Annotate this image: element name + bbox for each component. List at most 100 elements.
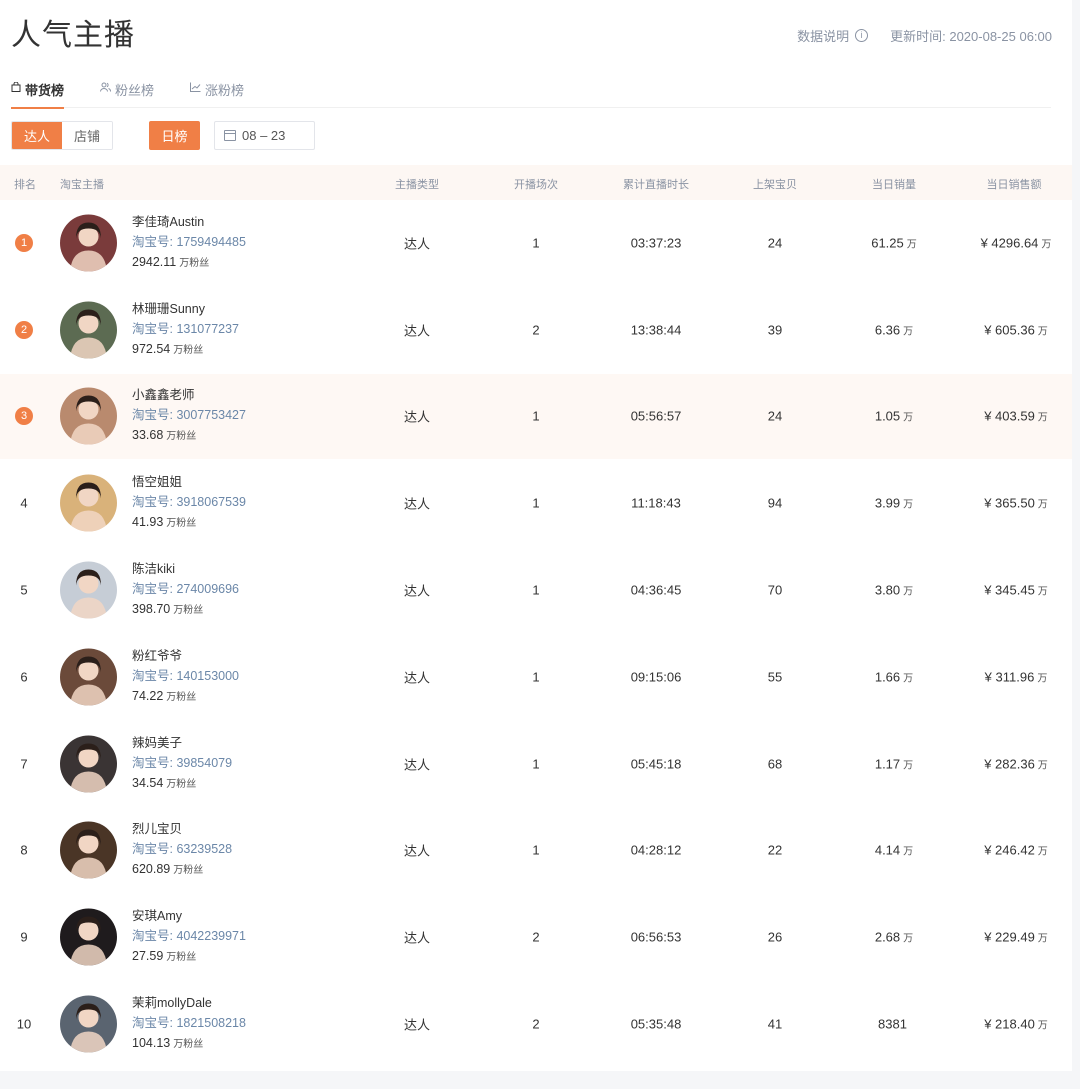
anchor-type: 达人: [403, 930, 431, 946]
type-option-influencer[interactable]: 达人: [12, 122, 62, 149]
live-duration: 06:56:53: [630, 929, 682, 945]
info-icon: i: [855, 29, 869, 42]
daily-sales: 3.99 万: [874, 495, 914, 511]
daily-revenue: ¥ 311.96 万: [984, 669, 1048, 685]
fan-count: 972.54 万粉丝: [132, 341, 204, 356]
tab-sales[interactable]: 带货榜: [11, 80, 65, 109]
live-duration: 04:36:45: [630, 582, 682, 598]
avatar[interactable]: [60, 735, 117, 793]
anchor-name[interactable]: 辣妈美子: [132, 733, 232, 753]
anchor-name[interactable]: 粉红爷爷: [132, 646, 239, 666]
taobao-id: 淘宝号: 4042239971: [132, 929, 246, 944]
rank-number: 7: [20, 756, 28, 772]
avatar[interactable]: [60, 561, 117, 619]
rank-badge: 2: [15, 320, 33, 339]
daily-sales: 1.66 万: [874, 669, 914, 685]
tab-fans-growth[interactable]: 涨粉榜: [190, 80, 244, 108]
col-revenue: 当日销售额: [986, 179, 1042, 191]
table-row[interactable]: 2 林珊珊Sunny 淘宝号: 131077237 972.54 万粉丝 达人 2…: [0, 287, 1072, 374]
table-row[interactable]: 3 小鑫鑫老师 淘宝号: 3007753427 33.68 万粉丝 达人 1 05…: [0, 373, 1072, 461]
taobao-id: 淘宝号: 131077237: [132, 321, 240, 336]
daily-ranking-button[interactable]: 日榜: [149, 121, 200, 150]
table-row[interactable]: 6 粉红爷爷 淘宝号: 140153000 74.22 万粉丝 达人 1 09:1…: [0, 634, 1072, 721]
col-type: 主播类型: [395, 179, 439, 191]
table-row[interactable]: 7 辣妈美子 淘宝号: 39854079 34.54 万粉丝 达人 1 05:45…: [0, 721, 1072, 808]
filter-bar: 达人 店铺 日榜 08 – 23: [11, 121, 315, 150]
data-note-label: 数据说明: [797, 29, 850, 44]
col-sales: 当日销量: [872, 179, 916, 191]
table-row[interactable]: 8 烈儿宝贝 淘宝号: 63239528 620.89 万粉丝 达人 1 04:2…: [0, 808, 1072, 895]
avatar[interactable]: [60, 995, 117, 1053]
anchor-name[interactable]: 陈洁kiki: [132, 559, 239, 579]
anchor-type: 达人: [403, 496, 431, 512]
avatar[interactable]: [60, 474, 117, 532]
session-count: 1: [532, 842, 540, 858]
rank-number: 5: [20, 582, 28, 598]
anchor-name[interactable]: 悟空姐姐: [132, 472, 246, 492]
daily-revenue: ¥ 229.49 万: [984, 929, 1048, 945]
type-option-store[interactable]: 店铺: [62, 122, 112, 149]
session-count: 1: [532, 582, 540, 598]
listed-items: 94: [767, 495, 783, 511]
anchor-type: 达人: [403, 583, 431, 599]
anchor-name[interactable]: 茉莉mollyDale: [132, 993, 246, 1013]
anchor-info: 茉莉mollyDale 淘宝号: 1821508218 104.13 万粉丝: [132, 993, 246, 1055]
avatar[interactable]: [60, 648, 117, 706]
live-duration: 13:38:44: [630, 322, 682, 338]
listed-items: 55: [767, 669, 783, 685]
avatar[interactable]: [60, 387, 117, 445]
taobao-id: 淘宝号: 140153000: [132, 668, 240, 683]
tab-fans-growth-label: 涨粉榜: [205, 83, 245, 98]
date-picker[interactable]: 08 – 23: [214, 121, 315, 150]
avatar[interactable]: [60, 214, 117, 272]
anchor-type: 达人: [403, 236, 431, 252]
table-row[interactable]: 9 安琪Amy 淘宝号: 4042239971 27.59 万粉丝 达人 2 06…: [0, 894, 1072, 982]
anchor-info: 陈洁kiki 淘宝号: 274009696 398.70 万粉丝: [132, 559, 239, 621]
chart-line-icon: [190, 82, 201, 95]
col-duration: 累计直播时长: [623, 179, 689, 191]
anchor-name[interactable]: 李佳琦Austin: [132, 212, 246, 232]
anchor-name[interactable]: 小鑫鑫老师: [132, 385, 246, 405]
session-count: 1: [532, 495, 540, 511]
data-note-link[interactable]: 数据说明 i: [797, 26, 869, 45]
bag-icon: [11, 81, 21, 95]
fan-count: 2942.11 万粉丝: [132, 254, 210, 269]
table-row[interactable]: 5 陈洁kiki 淘宝号: 274009696 398.70 万粉丝 达人 1 0…: [0, 547, 1072, 634]
anchor-type: 达人: [403, 670, 431, 686]
rank-number: 9: [20, 929, 28, 945]
tab-fans[interactable]: 粉丝榜: [100, 80, 154, 108]
taobao-id: 淘宝号: 3007753427: [132, 408, 246, 423]
anchor-info: 辣妈美子 淘宝号: 39854079 34.54 万粉丝: [132, 733, 232, 795]
daily-revenue: ¥ 403.59 万: [984, 408, 1048, 424]
daily-sales: 61.25 万: [871, 235, 917, 251]
tab-sales-label: 带货榜: [25, 83, 65, 98]
table-row[interactable]: 4 悟空姐姐 淘宝号: 3918067539 41.93 万粉丝 达人 1 11:…: [0, 460, 1072, 548]
table-row[interactable]: 10 茉莉mollyDale 淘宝号: 1821508218 104.13 万粉丝…: [0, 981, 1072, 1068]
anchor-name[interactable]: 烈儿宝贝: [132, 819, 232, 839]
fan-count: 104.13 万粉丝: [132, 1036, 204, 1051]
listed-items: 22: [767, 842, 783, 858]
table-row[interactable]: 1 李佳琦Austin 淘宝号: 1759494485 2942.11 万粉丝 达…: [0, 200, 1072, 287]
session-count: 1: [532, 756, 540, 772]
taobao-id: 淘宝号: 1821508218: [132, 1016, 246, 1031]
table-header: 排名 淘宝主播 主播类型 开播场次 累计直播时长 上架宝贝 当日销量 当日销售额: [0, 165, 1072, 200]
daily-sales: 2.68 万: [874, 929, 914, 945]
live-duration: 03:37:23: [630, 235, 682, 251]
fan-count: 74.22 万粉丝: [132, 688, 197, 703]
anchor-info: 安琪Amy 淘宝号: 4042239971 27.59 万粉丝: [132, 906, 246, 968]
listed-items: 39: [767, 322, 783, 338]
listed-items: 68: [767, 756, 783, 772]
anchor-name[interactable]: 林珊珊Sunny: [132, 299, 239, 319]
taobao-id: 淘宝号: 1759494485: [132, 234, 246, 249]
rank-number: 10: [16, 1016, 32, 1032]
daily-revenue: ¥ 4296.64 万: [980, 235, 1052, 251]
taobao-id: 淘宝号: 63239528: [132, 842, 233, 857]
avatar[interactable]: [60, 821, 117, 879]
avatar[interactable]: [60, 908, 117, 966]
anchor-name[interactable]: 安琪Amy: [132, 906, 246, 926]
rank-badge: 3: [15, 407, 33, 426]
daily-sales: 6.36 万: [874, 322, 914, 338]
anchor-type: 达人: [403, 409, 431, 425]
avatar[interactable]: [60, 301, 117, 359]
update-time: 更新时间: 2020-08-25 06:00: [890, 29, 1052, 44]
